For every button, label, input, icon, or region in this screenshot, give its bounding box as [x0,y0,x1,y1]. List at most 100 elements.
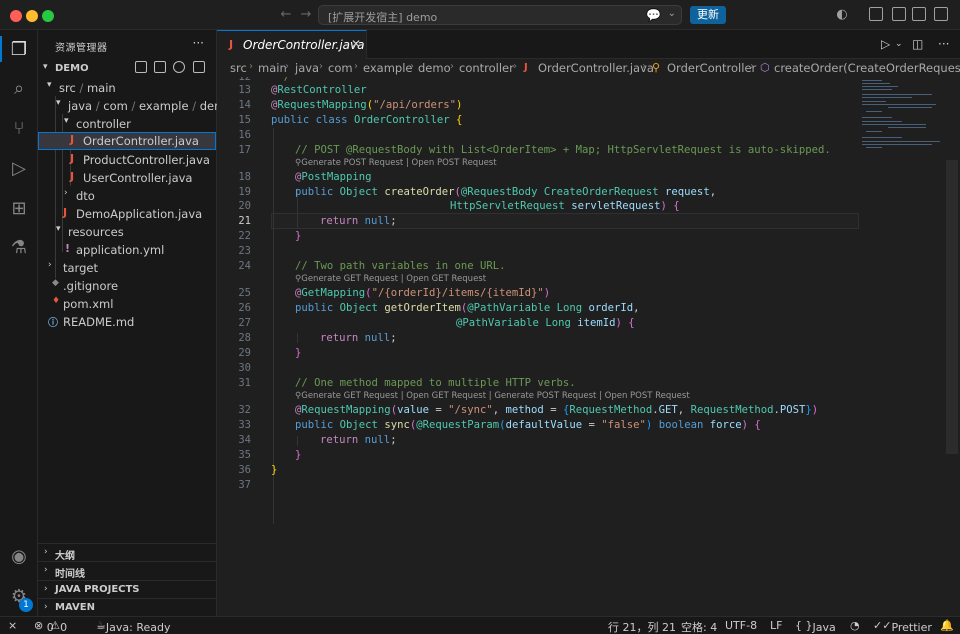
breadcrumb-item[interactable]: com [328,61,353,75]
toggle-primary-sidebar-icon[interactable] [869,7,883,21]
tree-folder-target[interactable]: › target [38,259,216,277]
breadcrumb-item[interactable]: example [363,61,413,75]
command-center[interactable]: [扩展开发宿主] demo 💬 ⌄ [318,5,682,25]
chevron-right-icon: › [249,61,253,72]
customize-layout-icon[interactable] [934,7,948,21]
language-mode-status[interactable]: { } Java [795,619,836,634]
forward-arrow-icon[interactable]: → [298,7,314,23]
minimap-line [862,141,940,142]
breadcrumb-item[interactable]: src [230,61,247,75]
tree-file-pom-xml[interactable]: ♦ pom.xml [38,295,216,313]
codelens-actions[interactable]: ⚲Generate POST Request | Open POST Reque… [295,158,497,168]
errors-warnings-status[interactable]: ⊗ 0 ⚠ 0 [34,619,67,634]
prettier-status[interactable]: ✓✓ Prettier [873,619,932,634]
account-icon[interactable]: ◉ [7,545,31,569]
chevron-right-icon: › [48,260,52,270]
line-number: 15 [238,114,251,126]
tree-file-application-yml[interactable]: ! application.yml [38,241,216,259]
breadcrumb-item[interactable]: controller [459,61,514,75]
chevron-right-icon: › [285,61,289,72]
java-status[interactable]: ☕ Java: Ready [96,619,170,634]
java-projects-section[interactable]: › JAVA PROJECTS [38,580,216,598]
chevron-down-icon[interactable]: ⌄ [895,39,903,49]
tree-folder-controller[interactable]: ▾ controller [38,115,216,133]
refresh-icon[interactable] [173,61,185,73]
outline-section[interactable]: › 大纲 [38,543,216,562]
breadcrumb-item[interactable]: java [295,61,319,75]
window-maximize-button[interactable] [42,10,54,22]
code-line: } [271,464,278,476]
indentation-status[interactable]: 空格: 4 [681,619,717,634]
more-actions-icon[interactable]: ··· [193,36,204,50]
breadcrumb-item[interactable]: main [258,61,287,75]
tree-folder-java-com-example-demo[interactable]: ▾ java / com / example / demo [38,97,232,115]
code-line: @RequestMapping(value = "/sync", method … [295,404,819,416]
indent-guide [297,436,298,446]
chevron-right-icon: › [750,61,754,72]
split-editor-icon[interactable]: ◫ [912,37,923,51]
notifications-bell-icon[interactable]: 🔔 [940,619,954,632]
source-control-icon[interactable]: ⑂ [7,117,31,141]
explorer-files-icon[interactable]: ❐ [7,38,31,62]
code-line: } [295,230,302,242]
more-actions-icon[interactable]: ··· [938,37,949,51]
tree-item-label: application.yml [76,243,165,257]
close-icon[interactable]: ✕ [351,37,361,51]
line-number: 17 [238,144,251,156]
codelens-actions[interactable]: ⚲Generate GET Request | Open GET Request [295,274,486,284]
chevron-down-icon: ▾ [64,116,69,126]
extensions-icon[interactable]: ⊞ [7,197,31,221]
line-number: 30 [238,362,251,374]
update-button[interactable]: 更新 [690,6,726,24]
tree-file-ordercontroller[interactable]: J OrderController.java [38,132,216,150]
tree-file-demoapplication[interactable]: J DemoApplication.java [38,205,216,223]
collapse-all-icon[interactable] [193,61,205,73]
copilot-icon[interactable]: ◔ [850,619,860,632]
tree-folder-resources[interactable]: ▾ resources [38,223,216,241]
run-play-icon[interactable]: ▷ [881,37,890,51]
code-editor[interactable]: 12 13 14 15 16 17 18 19 20 21 22 23 24 2… [217,77,960,616]
tree-file-gitignore[interactable]: ◆ .gitignore [38,277,216,295]
run-debug-icon[interactable]: ▷ [7,157,31,181]
breadcrumb-item[interactable]: OrderController.java [538,61,654,75]
editor-scrollbar[interactable] [946,160,958,454]
back-arrow-icon[interactable]: ← [278,7,294,23]
breadcrumb-item[interactable]: OrderController [667,61,756,75]
encoding-status[interactable]: UTF-8 [725,619,757,632]
breadcrumb-item[interactable]: demo [418,61,451,75]
chevron-down-icon[interactable]: ⌄ [668,8,676,19]
toggle-secondary-sidebar-icon[interactable] [912,7,926,21]
code-line: } [295,347,302,359]
breadcrumb-item[interactable]: createOrder(CreateOrderRequest, Ht [774,61,960,75]
yaml-file-icon: ! [65,242,71,255]
minimap[interactable] [858,77,946,616]
timeline-section[interactable]: › 时间线 [38,561,216,580]
chat-icon[interactable]: 💬 [646,8,661,22]
method-symbol-icon: ⬡ [760,61,770,74]
testing-flask-icon[interactable]: ⚗ [7,236,31,260]
tree-file-productcontroller[interactable]: J ProductController.java [38,151,216,169]
eol-status[interactable]: LF [770,619,782,632]
java-file-icon: J [229,38,234,51]
search-icon[interactable]: ⌕ [7,77,31,101]
tab-ordercontroller[interactable]: J OrderController.java ✕ [217,30,367,59]
minimap-line [862,80,882,81]
code-line: public Object sync(@RequestParam(default… [295,419,761,431]
project-header[interactable]: ▾ DEMO [38,60,216,78]
accounts-shield-icon[interactable]: ◐ [834,7,850,23]
maven-section[interactable]: › MAVEN [38,598,216,616]
tree-item-label: UserController.java [83,171,193,185]
codelens-actions[interactable]: ⚲Generate GET Request | Open GET Request… [295,391,690,401]
new-folder-icon[interactable] [154,61,166,73]
tree-folder-src-main[interactable]: ▾ src / main [38,79,216,97]
tree-file-readme[interactable]: ⓘ README.md [38,313,216,331]
tree-folder-dto[interactable]: › dto [38,187,216,205]
cursor-position-status[interactable]: 行 21，列 21 [608,619,676,634]
tree-file-usercontroller[interactable]: J UserController.java [38,169,216,187]
toggle-panel-icon[interactable] [892,7,906,21]
new-file-icon[interactable] [135,61,147,73]
window-minimize-button[interactable] [26,10,38,22]
minimap-line [862,94,932,95]
window-close-button[interactable] [10,10,22,22]
remote-indicator-icon[interactable]: ⨯ [8,619,17,632]
